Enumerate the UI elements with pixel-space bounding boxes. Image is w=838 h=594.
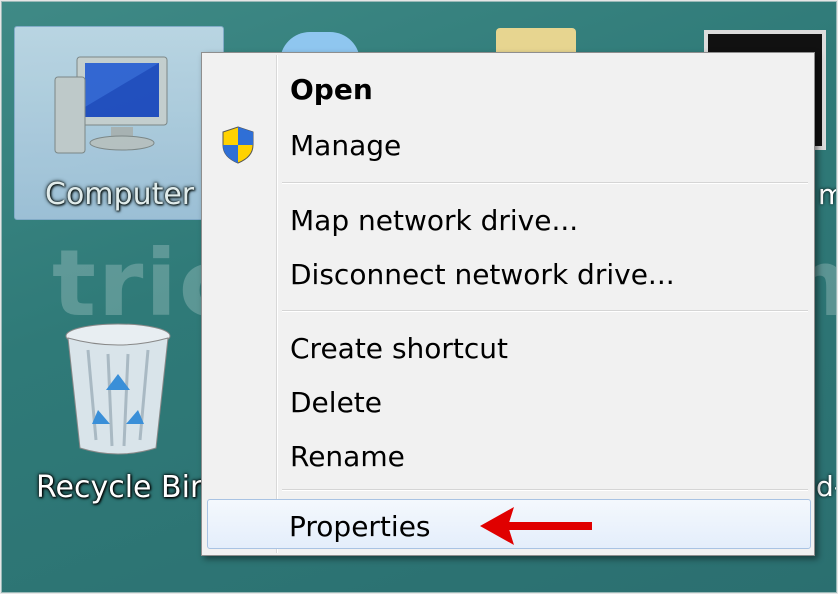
desktop-icon-label: Recycle Bin: [36, 470, 209, 505]
menu-separator: [282, 489, 808, 490]
menu-item-label: Delete: [290, 386, 382, 419]
context-menu: Open Manage Map network drive... Disconn…: [201, 52, 815, 556]
menu-item-disconnect-network-drive[interactable]: Disconnect network drive...: [204, 248, 810, 298]
menu-item-label: Properties: [289, 510, 431, 543]
menu-item-label: Create shortcut: [290, 332, 509, 365]
desktop-icon-recycle-bin[interactable]: Recycle Bin: [28, 318, 209, 518]
menu-item-delete[interactable]: Delete: [204, 376, 810, 426]
menu-item-create-shortcut[interactable]: Create shortcut: [204, 322, 810, 372]
recycle-bin-icon: [65, 323, 171, 455]
desktop-icon-computer[interactable]: Computer: [14, 26, 224, 220]
menu-item-label: Open: [290, 73, 373, 106]
desktop-icon-partial-label: m: [818, 178, 838, 211]
red-arrow-icon: [480, 507, 592, 545]
desktop-icon-label: Computer: [45, 177, 195, 212]
menu-item-open[interactable]: Open: [204, 63, 810, 113]
menu-item-manage[interactable]: Manage: [204, 119, 810, 169]
menu-item-label: Rename: [290, 440, 405, 473]
menu-item-map-network-drive[interactable]: Map network drive...: [204, 194, 810, 244]
menu-item-rename[interactable]: Rename: [204, 430, 810, 480]
menu-separator: [282, 310, 808, 311]
menu-item-label: Map network drive...: [290, 204, 579, 237]
uac-shield-icon: [222, 126, 254, 164]
desktop-icon-partial-label: d-: [816, 470, 838, 503]
menu-separator: [282, 182, 808, 183]
menu-item-label: Disconnect network drive...: [290, 258, 675, 291]
menu-item-label: Manage: [290, 129, 402, 162]
computer-icon: [54, 56, 168, 154]
